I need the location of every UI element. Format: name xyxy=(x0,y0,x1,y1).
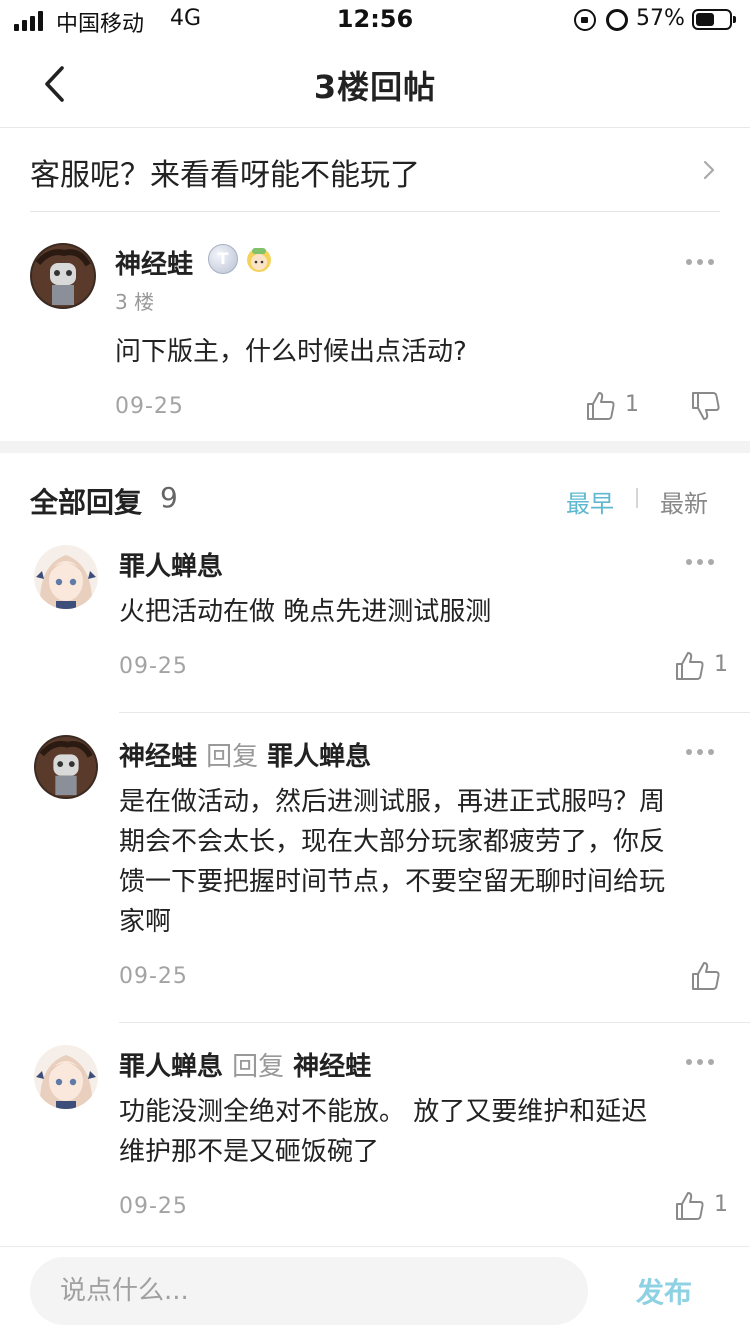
reply-content: 火把活动在做 晚点先进测试服测 xyxy=(119,592,491,632)
reply-composer: 说点什么... 发布 xyxy=(0,1246,750,1334)
battery-icon xyxy=(692,9,736,30)
sort-separator xyxy=(636,488,638,508)
level-badge-icon: T xyxy=(208,244,238,274)
section-divider xyxy=(0,441,750,453)
thumbs-up-icon xyxy=(676,1192,704,1220)
reply-target-name[interactable]: 罪人蝉息 xyxy=(267,742,371,772)
avatar[interactable] xyxy=(34,735,98,799)
alarm-icon xyxy=(606,9,628,31)
character-badge-icon xyxy=(247,248,271,272)
sort-newest-tab[interactable]: 最新 xyxy=(660,484,708,519)
thumbs-up-icon xyxy=(587,392,615,420)
replies-title: 全部回复 xyxy=(30,486,143,519)
battery-percent: 57% xyxy=(636,6,685,31)
status-bar: 中国移动 4G 12:56 57% xyxy=(0,0,750,42)
reply-line: 期会不会太长，现在大部分玩家都疲劳了，你反 xyxy=(119,827,666,857)
reply-line: 功能没测全绝对不能放。 放了又要维护和延迟 xyxy=(119,1097,648,1127)
like-button[interactable] xyxy=(690,960,722,992)
comment-input[interactable]: 说点什么... xyxy=(30,1257,588,1325)
avatar-image xyxy=(34,545,98,609)
floor-number: 3 楼 xyxy=(115,290,155,314)
reply-header: 罪人蝉息 回复 神经蛙 xyxy=(119,1046,371,1083)
reply-line: 馈一下要把握时间节点，不要空留无聊时间给玩 xyxy=(119,867,666,897)
author-name[interactable]: 神经蛙 xyxy=(115,244,193,281)
like-count: 1 xyxy=(714,652,728,677)
more-options-button[interactable] xyxy=(686,747,716,757)
post-date: 09-25 xyxy=(115,394,184,419)
like-button[interactable]: 1 xyxy=(674,650,734,682)
reply-author[interactable]: 神经蛙 xyxy=(119,742,197,772)
thumbs-up-icon xyxy=(692,962,720,990)
post-content: 问下版主，什么时候出点活动? xyxy=(115,337,467,367)
avatar[interactable] xyxy=(34,545,98,609)
reply-line: 维护那不是又砸饭碗了 xyxy=(119,1137,380,1167)
more-options-button[interactable] xyxy=(686,557,716,567)
avatar-image xyxy=(34,735,98,799)
orientation-lock-icon xyxy=(574,9,596,31)
topic-link[interactable]: 客服呢？来看看呀能不能玩了 xyxy=(30,128,720,212)
reply-divider xyxy=(119,1022,750,1023)
more-options-button[interactable] xyxy=(686,257,716,267)
reply-author[interactable]: 罪人蝉息 xyxy=(119,1052,223,1082)
like-button[interactable]: 1 xyxy=(674,1190,734,1222)
sort-earliest-tab[interactable]: 最早 xyxy=(566,484,614,519)
chevron-right-icon xyxy=(703,160,715,180)
like-button[interactable]: 1 xyxy=(585,390,645,422)
more-options-button[interactable] xyxy=(686,1057,716,1067)
thumbs-up-icon xyxy=(676,652,704,680)
reply-content: 功能没测全绝对不能放。 放了又要维护和延迟 维护那不是又砸饭碗了 xyxy=(119,1092,647,1172)
nav-bar: 3楼回帖 xyxy=(0,42,750,128)
reply-content: 是在做活动，然后进测试服，再进正式服吗？周 期会不会太长，现在大部分玩家都疲劳了… xyxy=(119,782,665,942)
reply-divider xyxy=(119,712,750,713)
send-button[interactable]: 发布 xyxy=(636,1271,692,1311)
reply-date: 09-25 xyxy=(119,654,188,679)
avatar-image xyxy=(34,1045,98,1109)
reply-header: 神经蛙 回复 罪人蝉息 xyxy=(119,736,371,773)
reply-date: 09-25 xyxy=(119,1194,188,1219)
reply-author[interactable]: 罪人蝉息 xyxy=(119,546,223,583)
page-title: 3楼回帖 xyxy=(313,68,437,106)
reply-target-name[interactable]: 神经蛙 xyxy=(293,1052,371,1082)
avatar[interactable] xyxy=(34,1045,98,1109)
replies-count: 9 xyxy=(160,481,178,514)
like-count: 1 xyxy=(625,392,639,417)
reply-line: 家啊 xyxy=(119,907,172,937)
battery-level xyxy=(696,13,715,26)
reply-line: 是在做活动，然后进测试服，再进正式服吗？周 xyxy=(119,787,666,817)
reply-date: 09-25 xyxy=(119,964,188,989)
dislike-button[interactable] xyxy=(690,390,722,422)
thumbs-down-icon xyxy=(692,392,720,420)
reply-to-label: 回复 xyxy=(206,742,259,772)
topic-title: 客服呢？来看看呀能不能玩了 xyxy=(30,158,420,193)
avatar[interactable] xyxy=(30,243,96,309)
avatar-image xyxy=(30,243,96,309)
like-count: 1 xyxy=(714,1192,728,1217)
reply-line: 火把活动在做 晚点先进测试服测 xyxy=(119,597,492,627)
reply-to-label: 回复 xyxy=(232,1052,285,1082)
